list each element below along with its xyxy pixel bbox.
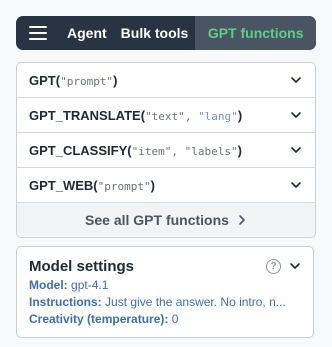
function-signature: GPT("prompt")	[29, 72, 118, 88]
see-all-gpt-functions-button[interactable]: See all GPT functions	[17, 203, 315, 236]
chevron-right-icon	[239, 214, 245, 225]
model-setting: Model: gpt-4.1	[29, 278, 109, 292]
function-signature: GPT_TRANSLATE("text", "lang")	[29, 107, 243, 123]
chevron-down-icon[interactable]	[290, 109, 302, 121]
model-settings-header[interactable]: Model settings ?	[29, 257, 301, 275]
chevron-down-icon[interactable]	[290, 74, 302, 86]
function-arg: "prompt"	[60, 74, 114, 88]
model-settings-title: Model settings	[29, 257, 135, 275]
creativity-value: 0	[171, 312, 179, 326]
chevron-down-icon[interactable]	[290, 179, 302, 191]
function-name: GPT_CLASSIFY	[29, 142, 128, 158]
model-value: gpt-4.1	[71, 278, 109, 292]
chevron-down-icon[interactable]	[290, 144, 302, 156]
gpt-functions-card: GPT("prompt") GPT_TRANSLATE("text", "lan…	[16, 62, 316, 238]
instructions-value: Just give the answer. No intro, n...	[105, 295, 286, 309]
function-row-gpt[interactable]: GPT("prompt")	[17, 63, 315, 98]
function-arg: "text"	[145, 109, 185, 123]
see-all-label: See all GPT functions	[85, 211, 229, 228]
chevron-down-icon[interactable]	[289, 260, 301, 272]
function-arg: "lang"	[198, 109, 238, 123]
tab-agent[interactable]: Agent	[60, 16, 114, 50]
top-nav-bar: Agent Bulk tools GPT functions	[16, 16, 316, 50]
creativity-setting: Creativity (temperature): 0	[29, 312, 179, 326]
help-icon[interactable]: ?	[266, 258, 281, 274]
function-arg: "prompt"	[97, 179, 151, 193]
function-signature: GPT_WEB("prompt")	[29, 177, 155, 193]
function-signature: GPT_CLASSIFY("item", "labels")	[29, 142, 242, 158]
instructions-setting: Instructions: Just give the answer. No i…	[29, 295, 286, 309]
function-arg: "labels"	[184, 144, 238, 158]
model-settings-card: Model settings ? Model: gpt-4.1 Instruct…	[16, 246, 314, 338]
tab-bulk-tools[interactable]: Bulk tools	[114, 16, 196, 50]
function-row-gpt-classify[interactable]: GPT_CLASSIFY("item", "labels")	[17, 133, 315, 168]
function-name: GPT_TRANSLATE	[29, 107, 141, 123]
function-arg: "item"	[131, 144, 172, 158]
menu-icon[interactable]	[16, 16, 60, 50]
tab-gpt-functions[interactable]: GPT functions	[195, 16, 316, 50]
function-name: GPT_WEB	[29, 177, 94, 193]
function-row-gpt-web[interactable]: GPT_WEB("prompt")	[17, 168, 315, 203]
function-row-gpt-translate[interactable]: GPT_TRANSLATE("text", "lang")	[17, 98, 315, 133]
function-name: GPT	[29, 72, 56, 88]
